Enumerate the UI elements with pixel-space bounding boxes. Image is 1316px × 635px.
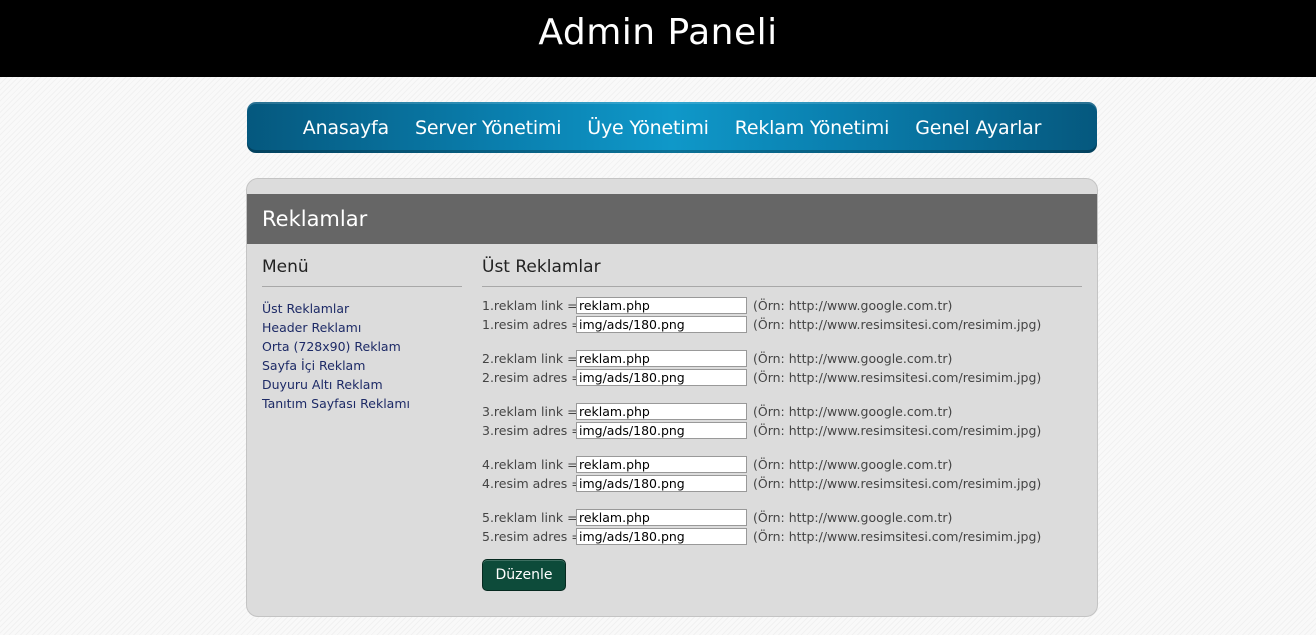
sidebar-item: Tanıtım Sayfası Reklamı	[262, 393, 462, 412]
ad-link-example: (Örn: http://www.google.com.tr)	[753, 404, 953, 419]
ad-group-1: 1.reklam link = (Örn: http://www.google.…	[482, 296, 1082, 334]
ad-link-row: 1.reklam link = (Örn: http://www.google.…	[482, 296, 1082, 315]
ad-link-input-4[interactable]	[576, 456, 747, 473]
panel-header: Reklamlar	[247, 194, 1097, 244]
sidebar-item: Header Reklamı	[262, 317, 462, 336]
ad-image-input-3[interactable]	[576, 422, 747, 439]
ad-link-example: (Örn: http://www.google.com.tr)	[753, 298, 953, 313]
sidebar-title: Menü	[262, 257, 462, 287]
ad-link-row: 3.reklam link = (Örn: http://www.google.…	[482, 402, 1082, 421]
sidebar-link-header-reklami[interactable]: Header Reklamı	[262, 320, 361, 335]
panel-title: Reklamlar	[262, 207, 368, 231]
sidebar-item: Orta (728x90) Reklam	[262, 336, 462, 355]
ad-link-label: 1.reklam link =	[482, 298, 578, 313]
sidebar-list: Üst Reklamlar Header Reklamı Orta (728x9…	[262, 298, 462, 412]
ad-image-input-1[interactable]	[576, 316, 747, 333]
sidebar-link-sayfa-ici-reklam[interactable]: Sayfa İçi Reklam	[262, 358, 365, 373]
ad-link-row: 4.reklam link = (Örn: http://www.google.…	[482, 455, 1082, 474]
main-nav: Anasayfa Server Yönetimi Üye Yönetimi Re…	[247, 102, 1097, 153]
ad-image-input-4[interactable]	[576, 475, 747, 492]
ad-link-label: 3.reklam link =	[482, 404, 578, 419]
ad-image-input-5[interactable]	[576, 528, 747, 545]
sidebar-menu: Menü Üst Reklamlar Header Reklamı Orta (…	[262, 257, 462, 412]
ad-image-row: 2.resim adres = (Örn: http://www.resimsi…	[482, 368, 1082, 387]
ad-image-row: 3.resim adres = (Örn: http://www.resimsi…	[482, 421, 1082, 440]
sidebar-item: Üst Reklamlar	[262, 298, 462, 317]
nav-item-server-yonetimi[interactable]: Server Yönetimi	[415, 117, 562, 139]
ad-image-example: (Örn: http://www.resimsitesi.com/resimim…	[753, 370, 1042, 385]
ad-image-label: 5.resim adres =	[482, 529, 582, 544]
nav-item-genel-ayarlar[interactable]: Genel Ayarlar	[915, 117, 1041, 139]
content-panel: Reklamlar Menü Üst Reklamlar Header Rekl…	[246, 178, 1098, 617]
ad-link-row: 5.reklam link = (Örn: http://www.google.…	[482, 508, 1082, 527]
ad-link-label: 2.reklam link =	[482, 351, 578, 366]
ad-image-example: (Örn: http://www.resimsitesi.com/resimim…	[753, 423, 1042, 438]
ad-link-input-1[interactable]	[576, 297, 747, 314]
site-title: Admin Paneli	[538, 12, 778, 53]
sidebar-link-orta-reklam[interactable]: Orta (728x90) Reklam	[262, 339, 401, 354]
sidebar-item: Sayfa İçi Reklam	[262, 355, 462, 374]
ad-link-example: (Örn: http://www.google.com.tr)	[753, 351, 953, 366]
ad-link-input-3[interactable]	[576, 403, 747, 420]
ad-link-input-5[interactable]	[576, 509, 747, 526]
ad-group-5: 5.reklam link = (Örn: http://www.google.…	[482, 508, 1082, 546]
ad-link-input-2[interactable]	[576, 350, 747, 367]
ad-image-row: 4.resim adres = (Örn: http://www.resimsi…	[482, 474, 1082, 493]
ad-link-label: 5.reklam link =	[482, 510, 578, 525]
form-title: Üst Reklamlar	[482, 257, 1082, 287]
ads-form: Üst Reklamlar 1.reklam link = (Örn: http…	[482, 257, 1082, 591]
ad-image-example: (Örn: http://www.resimsitesi.com/resimim…	[753, 476, 1042, 491]
ad-image-example: (Örn: http://www.resimsitesi.com/resimim…	[753, 317, 1042, 332]
ad-group-2: 2.reklam link = (Örn: http://www.google.…	[482, 349, 1082, 387]
nav-item-reklam-yonetimi[interactable]: Reklam Yönetimi	[735, 117, 890, 139]
ad-group-3: 3.reklam link = (Örn: http://www.google.…	[482, 402, 1082, 440]
submit-button[interactable]: Düzenle	[482, 559, 566, 591]
ad-image-label: 1.resim adres =	[482, 317, 582, 332]
ad-link-row: 2.reklam link = (Örn: http://www.google.…	[482, 349, 1082, 368]
top-header: Admin Paneli	[0, 0, 1316, 77]
ad-image-input-2[interactable]	[576, 369, 747, 386]
ad-group-4: 4.reklam link = (Örn: http://www.google.…	[482, 455, 1082, 493]
sidebar-link-ust-reklamlar[interactable]: Üst Reklamlar	[262, 301, 349, 316]
ad-link-example: (Örn: http://www.google.com.tr)	[753, 457, 953, 472]
ad-image-label: 2.resim adres =	[482, 370, 582, 385]
nav-item-uye-yonetimi[interactable]: Üye Yönetimi	[587, 117, 709, 139]
ad-image-label: 3.resim adres =	[482, 423, 582, 438]
ad-image-row: 5.resim adres = (Örn: http://www.resimsi…	[482, 527, 1082, 546]
ad-image-row: 1.resim adres = (Örn: http://www.resimsi…	[482, 315, 1082, 334]
nav-item-anasayfa[interactable]: Anasayfa	[303, 117, 389, 139]
ad-link-label: 4.reklam link =	[482, 457, 578, 472]
ad-image-label: 4.resim adres =	[482, 476, 582, 491]
sidebar-link-tanitim-sayfasi-reklami[interactable]: Tanıtım Sayfası Reklamı	[262, 396, 410, 411]
sidebar-link-duyuru-alti-reklam[interactable]: Duyuru Altı Reklam	[262, 377, 383, 392]
ad-image-example: (Örn: http://www.resimsitesi.com/resimim…	[753, 529, 1042, 544]
ad-link-example: (Örn: http://www.google.com.tr)	[753, 510, 953, 525]
sidebar-item: Duyuru Altı Reklam	[262, 374, 462, 393]
